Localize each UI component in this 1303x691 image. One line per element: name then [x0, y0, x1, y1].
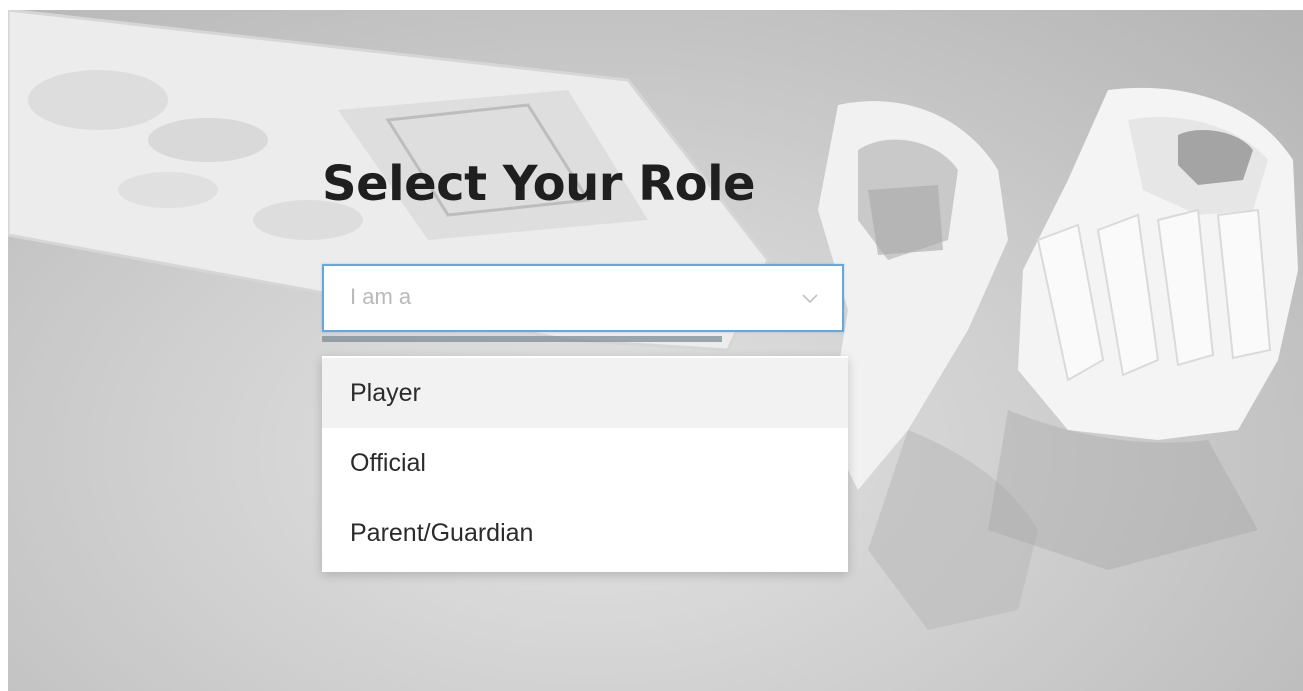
role-option-parent-guardian[interactable]: Parent/Guardian — [322, 498, 848, 568]
select-focus-bar — [322, 336, 722, 342]
page-title: Select Your Role — [322, 156, 756, 212]
role-select-placeholder: I am a — [350, 284, 412, 309]
cricket-background-image — [8, 10, 1303, 691]
role-select[interactable]: I am a — [322, 264, 844, 332]
role-option-player[interactable]: Player — [322, 358, 848, 428]
role-dropdown-menu: Player Official Parent/Guardian — [322, 356, 848, 572]
cricket-bat-gloves-illustration — [8, 10, 1298, 630]
role-option-official[interactable]: Official — [322, 428, 848, 498]
role-selection-screen: Select Your Role I am a Player Official … — [0, 0, 1303, 691]
chevron-down-icon — [802, 294, 818, 304]
